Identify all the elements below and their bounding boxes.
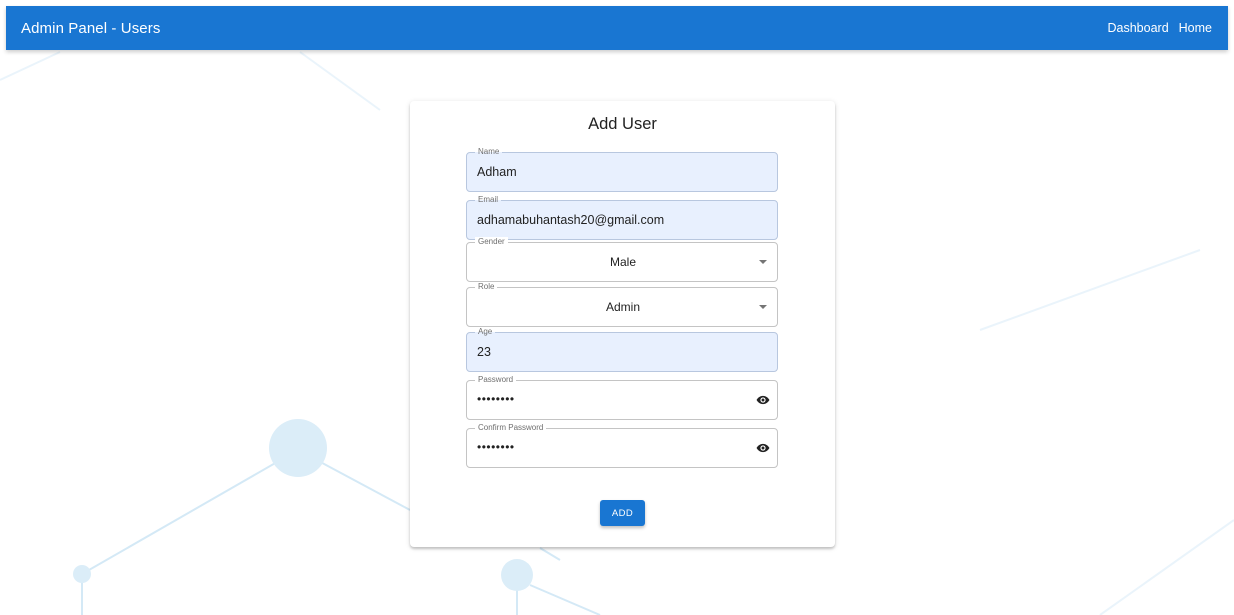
email-label: Email [475,195,502,205]
role-label: Role [475,282,498,292]
nav-dashboard-link[interactable]: Dashboard [1108,21,1169,35]
confirm-password-input[interactable]: •••••••• [477,440,515,454]
email-input[interactable]: adhamabuhantash20@gmail.com [477,213,747,227]
nav-home-link[interactable]: Home [1179,21,1212,35]
top-nav: Dashboard Home [1108,21,1213,35]
chevron-down-icon[interactable] [759,260,767,264]
gender-value: Male [609,255,636,269]
name-input[interactable]: Adham [477,165,747,179]
gender-label: Gender [475,237,508,247]
add-user-card: Add User Name Adham Email adhamabuhantas… [410,101,835,547]
password-label: Password [475,375,517,385]
name-field[interactable]: Name Adham [466,147,778,192]
eye-icon[interactable] [756,393,770,407]
confirm-password-field[interactable]: Confirm Password •••••••• [466,423,778,468]
age-field[interactable]: Age 23 [466,327,778,372]
add-user-button[interactable]: ADD [600,500,645,526]
app-bar: Admin Panel - Users Dashboard Home [6,6,1228,50]
email-field[interactable]: Email adhamabuhantash20@gmail.com [466,195,778,240]
eye-icon[interactable] [756,441,770,455]
chevron-down-icon[interactable] [759,305,767,309]
age-input[interactable]: 23 [477,345,747,359]
name-label: Name [475,147,503,157]
page: Admin Panel - Users Dashboard Home Add U… [0,0,1234,615]
password-field[interactable]: Password •••••••• [466,375,778,420]
role-select[interactable]: Role Admin [466,282,778,327]
app-title: Admin Panel - Users [21,19,161,37]
form-title: Add User [588,115,657,133]
role-value: Admin [605,300,640,314]
age-label: Age [475,327,496,337]
gender-select[interactable]: Gender Male [466,237,778,282]
password-input[interactable]: •••••••• [477,392,515,406]
confirm-password-label: Confirm Password [475,423,547,433]
